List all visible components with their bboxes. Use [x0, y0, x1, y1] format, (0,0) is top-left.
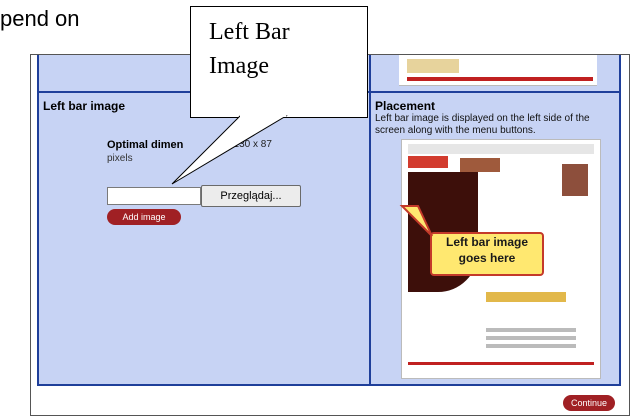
callout-text: Left Bar Image — [209, 15, 290, 83]
callout-line-2: Image — [209, 53, 269, 79]
preview-logo — [407, 59, 459, 73]
placement-title: Placement — [375, 99, 436, 113]
preview-red-line — [407, 77, 593, 81]
browse-button[interactable]: Przeglądaj... — [201, 185, 301, 207]
preview-banner — [460, 158, 500, 172]
preview-footer-line — [408, 362, 594, 365]
file-path-input[interactable] — [107, 187, 201, 205]
callout-line-1: Left Bar — [209, 19, 290, 45]
preview-header — [408, 144, 594, 154]
preview-left-logo — [408, 156, 448, 168]
placement-panel: Placement Left bar image is displayed on… — [371, 55, 619, 384]
preview-text-line — [486, 344, 576, 348]
left-bar-callout: Left bar image goes here — [430, 232, 544, 276]
preview-text-line — [486, 328, 576, 332]
placement-description: Left bar image is displayed on the left … — [375, 113, 590, 136]
preview-top-strip — [399, 55, 597, 86]
callout-box: Left Bar Image — [190, 6, 368, 118]
preview-text-line — [486, 336, 576, 340]
add-image-button[interactable]: Add image — [107, 209, 181, 225]
preview-flags — [486, 292, 566, 302]
continue-button[interactable]: Continue — [563, 395, 615, 411]
optimal-label: Optimal dimen — [107, 139, 184, 151]
preview-photo — [562, 164, 588, 196]
left-panel-title: Left bar image — [43, 99, 126, 113]
intro-text: pend on — [0, 6, 80, 31]
optimal-dimensions-value: s: 130 x 87 — [223, 139, 272, 150]
pixels-label: pixels — [107, 153, 133, 164]
